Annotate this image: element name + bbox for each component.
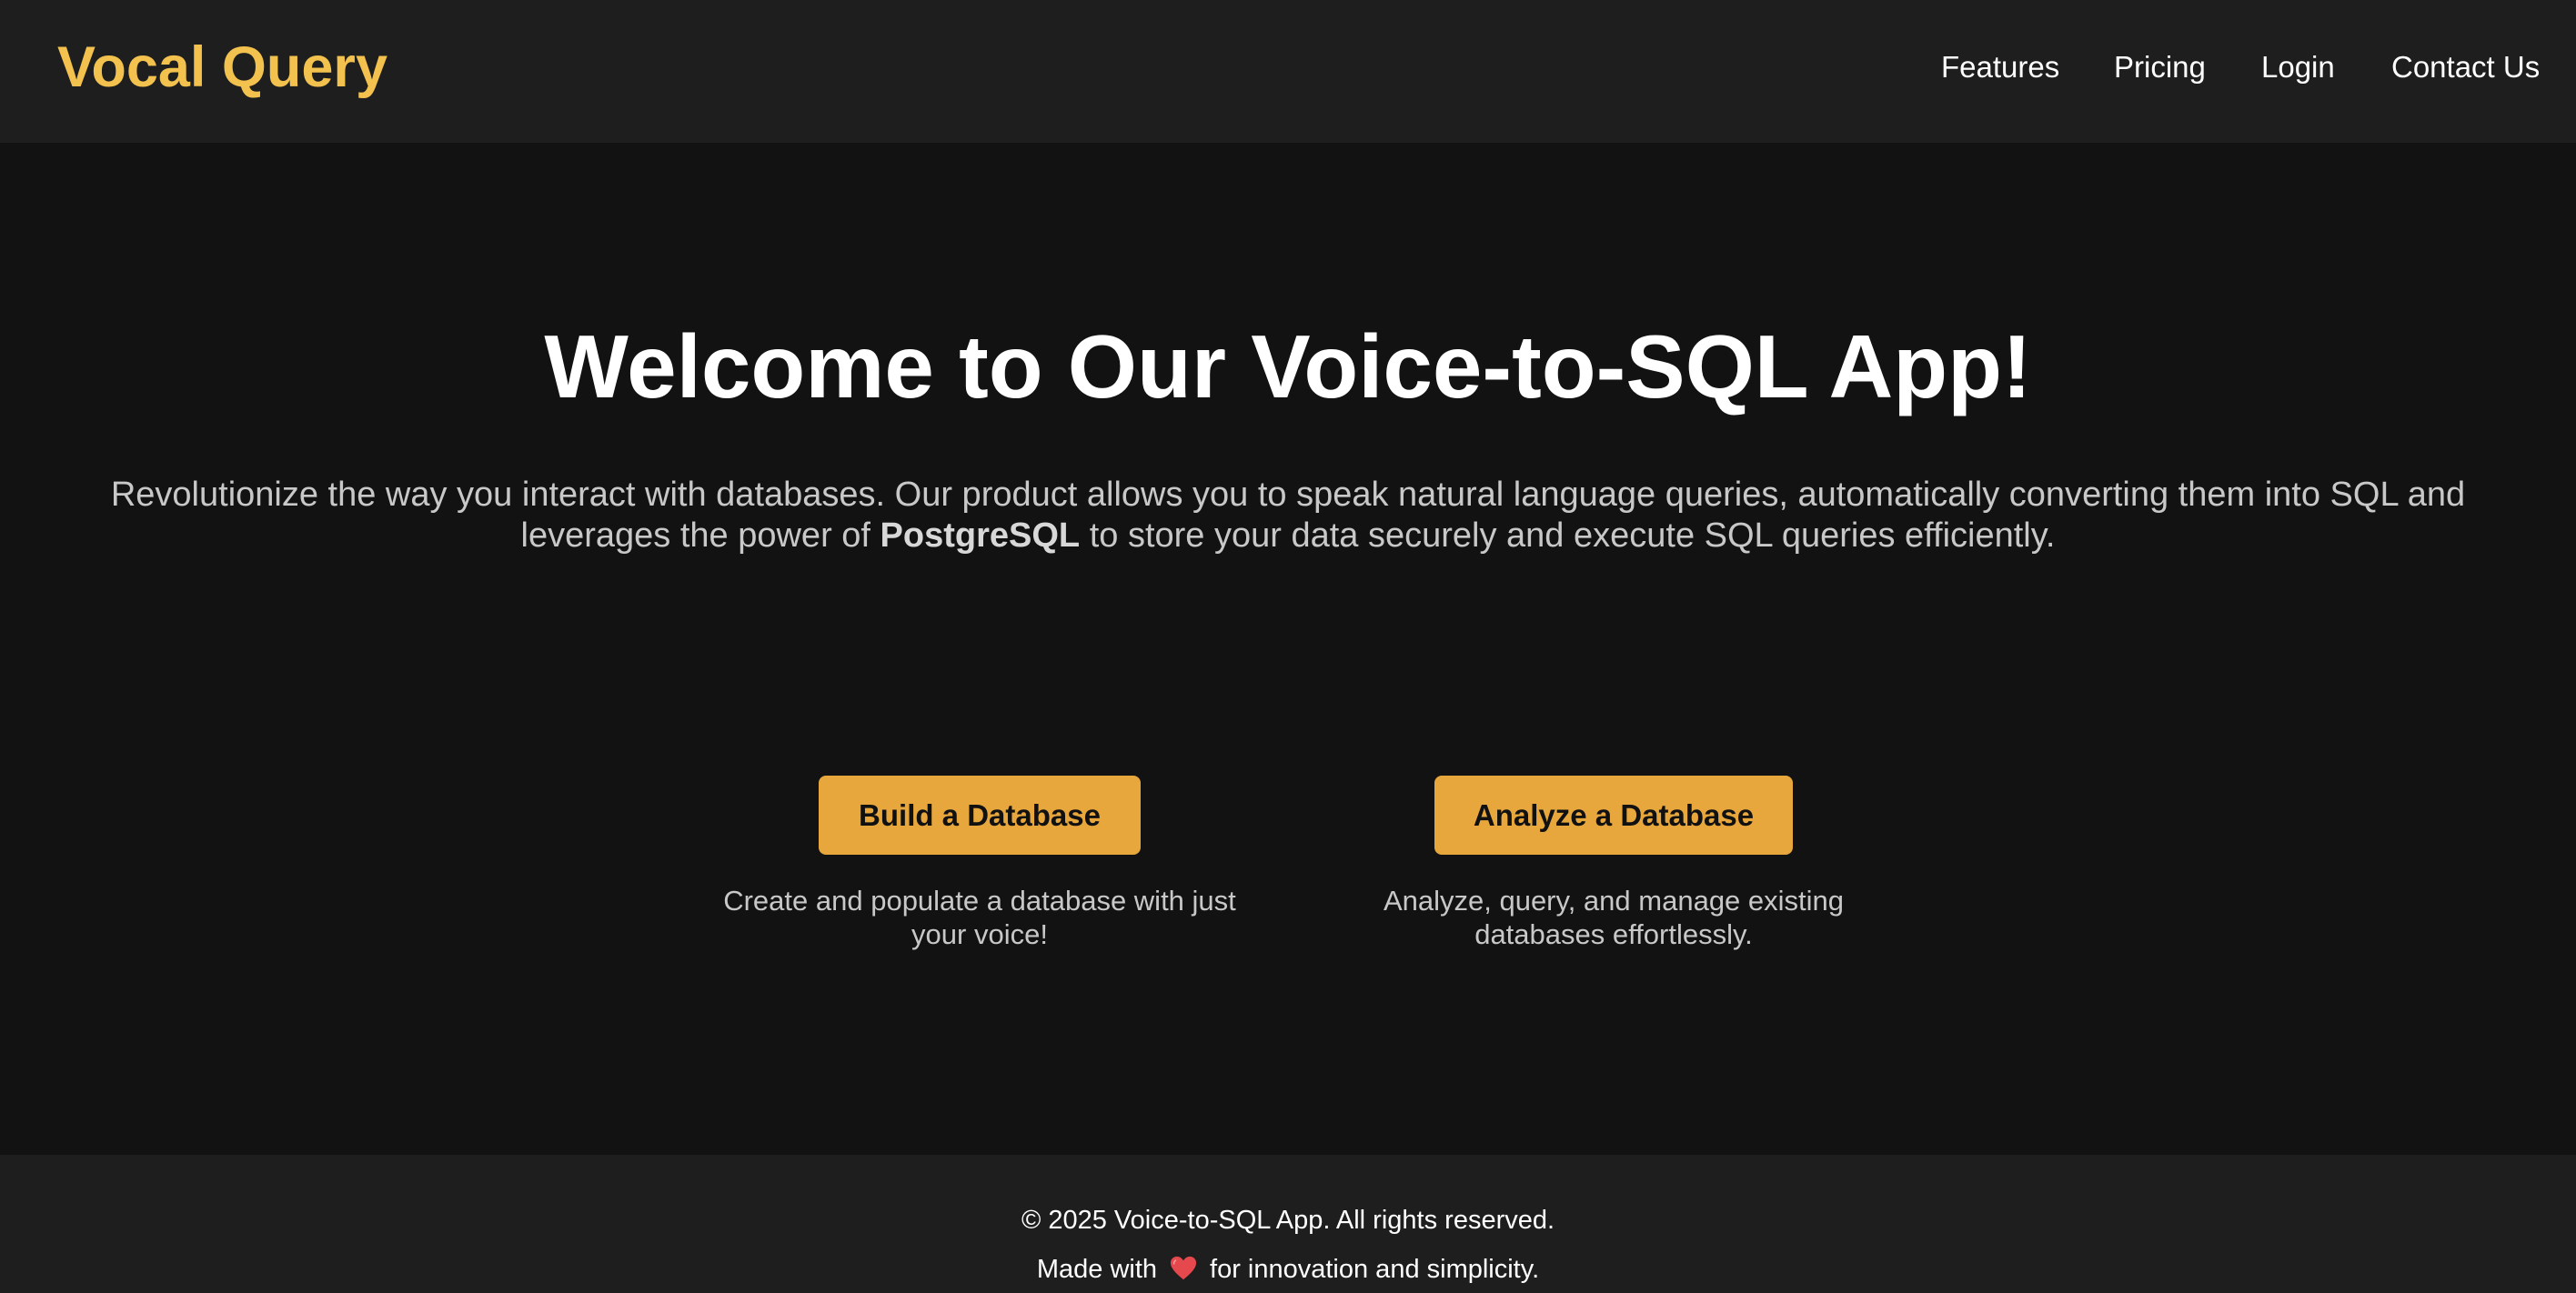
nav-link-pricing[interactable]: Pricing (2114, 49, 2206, 85)
top-navbar: Vocal Query Features Pricing Login Conta… (0, 0, 2576, 143)
brand-logo[interactable]: Vocal Query (57, 35, 387, 100)
footer-tagline-start: Made with (1036, 1255, 1158, 1284)
hero-title: Welcome to Our Voice-to-SQL App! (544, 316, 2032, 416)
nav-link-login[interactable]: Login (2261, 49, 2335, 85)
footer-tagline-end: for innovation and simplicity. (1210, 1255, 1540, 1284)
build-database-button[interactable]: Build a Database (819, 776, 1141, 855)
heart-icon (1170, 1256, 1197, 1280)
nav-link-features[interactable]: Features (1941, 49, 2059, 85)
footer-tagline: Made with for innovation and simplicity. (0, 1253, 2576, 1286)
analyze-database-caption: Analyze, query, and manage existing data… (1383, 885, 1845, 950)
hero-description: Revolutionize the way you interact with … (91, 475, 2485, 556)
nav-link-contact[interactable]: Contact Us (2391, 49, 2540, 85)
analyze-database-button[interactable]: Analyze a Database (1434, 776, 1793, 855)
footer-copyright: © 2025 Voice-to-SQL App. All rights rese… (1021, 1206, 1555, 1235)
hero-description-text-end: to store your data securely and execute … (1080, 516, 2056, 555)
hero-description-highlight: PostgreSQL (880, 516, 1081, 555)
build-database-caption: Create and populate a database with just… (723, 885, 1236, 950)
